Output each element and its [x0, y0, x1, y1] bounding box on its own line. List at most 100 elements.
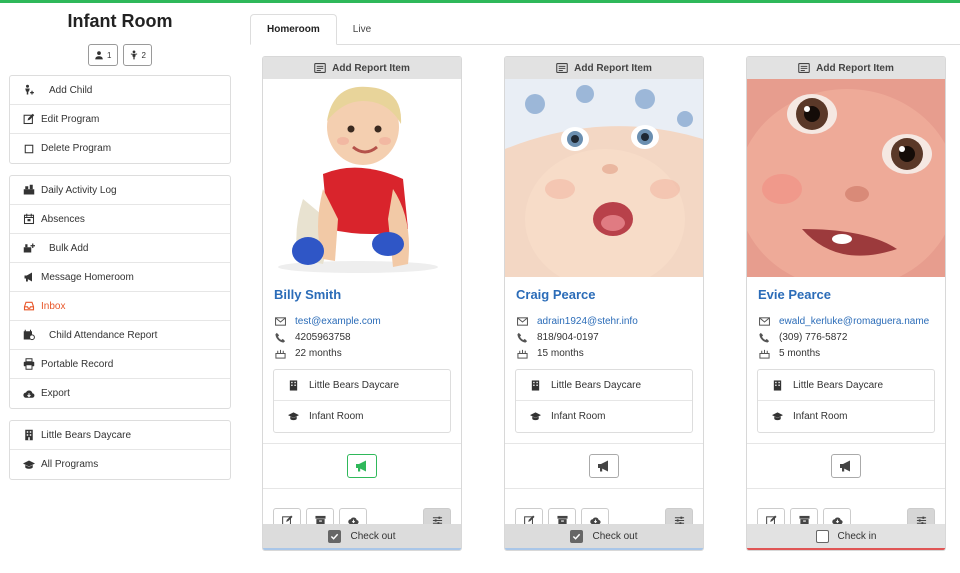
child-attendance-report-item[interactable]: Child Attendance Report [10, 321, 230, 350]
edit-program-label: Edit Program [41, 113, 100, 125]
edit-icon [22, 112, 36, 126]
email-link[interactable]: test@example.com [295, 316, 381, 327]
program-tools-menu: Daily Activity Log Absences Bulk Add Mes… [9, 175, 231, 409]
enrollment-box: Little Bears Daycare Infant Room [757, 369, 935, 433]
building-icon [529, 379, 541, 391]
report-icon [314, 63, 326, 73]
square-icon [22, 142, 36, 156]
divider [505, 443, 703, 444]
announce-wrap [263, 454, 461, 478]
message-homeroom-item[interactable]: Message Homeroom [10, 263, 230, 292]
check-out-button[interactable]: Check out [505, 524, 703, 550]
graduation-cap-icon [22, 458, 36, 472]
school-row: Little Bears Daycare [758, 370, 934, 401]
graduation-cap-icon [529, 411, 541, 423]
envelope-icon [758, 315, 770, 327]
tab-homeroom[interactable]: Homeroom [250, 14, 337, 45]
check-out-button[interactable]: Check out [263, 524, 461, 550]
phone-value: (309) 776-5872 [779, 331, 848, 343]
tab-live[interactable]: Live [337, 14, 387, 45]
report-icon [798, 63, 810, 73]
megaphone-icon [840, 460, 850, 472]
phone-row: 4205963758 [274, 329, 461, 345]
email-row: test@example.com [274, 313, 461, 329]
graduation-cap-icon [287, 411, 299, 423]
child-card: Add Report Item Billy Smith test@example… [262, 56, 462, 551]
announce-wrap [747, 454, 945, 478]
checked-checkbox-icon [570, 529, 584, 543]
age-row: 5 months [758, 345, 945, 361]
envelope-icon [516, 315, 528, 327]
child-photo [263, 79, 461, 277]
phone-icon [758, 331, 770, 343]
phone-icon [274, 331, 286, 343]
age-row: 22 months [274, 345, 461, 361]
announce-button[interactable] [589, 454, 619, 478]
daily-activity-log-label: Daily Activity Log [41, 184, 117, 196]
email-link[interactable]: adrain1924@stehr.info [537, 316, 638, 327]
child-contact-info: adrain1924@stehr.info 818/904-0197 15 mo… [516, 313, 703, 361]
phone-value: 818/904-0197 [537, 331, 599, 343]
child-contact-info: test@example.com 4205963758 22 months [274, 313, 461, 361]
attendance-icon [22, 328, 36, 342]
little-bears-daycare-item[interactable]: Little Bears Daycare [10, 421, 230, 450]
add-child-icon [22, 83, 36, 97]
cloud-download-icon [22, 387, 36, 401]
megaphone-icon [22, 270, 36, 284]
child-name[interactable]: Evie Pearce [758, 287, 945, 305]
divider [263, 443, 461, 444]
all-programs-item[interactable]: All Programs [10, 450, 230, 479]
phone-icon [516, 331, 528, 343]
staff-count-badge[interactable]: 1 [88, 44, 118, 66]
divider [747, 443, 945, 444]
edit-program-item[interactable]: Edit Program [10, 105, 230, 134]
activity-icon [22, 183, 36, 197]
announce-button[interactable] [347, 454, 377, 478]
email-row: ewald_kerluke@romaguera.name [758, 313, 945, 329]
age-value: 5 months [779, 347, 821, 359]
divider [263, 488, 461, 489]
phone-row: (309) 776-5872 [758, 329, 945, 345]
add-child-label: Add Child [49, 84, 93, 96]
check-out-label: Check out [350, 530, 396, 542]
portable-record-item[interactable]: Portable Record [10, 350, 230, 379]
daily-activity-log-item[interactable]: Daily Activity Log [10, 176, 230, 205]
child-name[interactable]: Craig Pearce [516, 287, 703, 305]
print-icon [22, 357, 36, 371]
bulk-add-item[interactable]: Bulk Add [10, 234, 230, 263]
announce-button[interactable] [831, 454, 861, 478]
enrollment-box: Little Bears Daycare Infant Room [515, 369, 693, 433]
absences-label: Absences [41, 213, 85, 225]
add-report-item-label: Add Report Item [574, 62, 652, 74]
school-name: Little Bears Daycare [793, 379, 884, 391]
school-row: Little Bears Daycare [516, 370, 692, 401]
inbox-label: Inbox [41, 300, 66, 312]
all-programs-label: All Programs [41, 459, 99, 470]
add-child-item[interactable]: Add Child [10, 76, 230, 105]
page-title: Infant Room [67, 11, 173, 31]
delete-program-item[interactable]: Delete Program [10, 134, 230, 163]
child-name[interactable]: Billy Smith [274, 287, 461, 305]
sidebar: Infant Room 1 2 Add Child Edit Program D… [9, 8, 231, 480]
absences-item[interactable]: Absences [10, 205, 230, 234]
envelope-icon [274, 315, 286, 327]
phone-value: 4205963758 [295, 331, 351, 343]
users-icon [95, 51, 103, 60]
check-in-button[interactable]: Check in [747, 524, 945, 550]
child-contact-info: ewald_kerluke@romaguera.name (309) 776-5… [758, 313, 945, 361]
graduation-cap-icon [771, 411, 783, 423]
child-count-badge[interactable]: 2 [122, 44, 152, 66]
export-item[interactable]: Export [10, 379, 230, 408]
program-actions-menu: Add Child Edit Program Delete Program [9, 75, 231, 164]
add-report-item-button[interactable]: Add Report Item [263, 57, 461, 79]
divider [505, 488, 703, 489]
building-icon [771, 379, 783, 391]
add-report-item-button[interactable]: Add Report Item [505, 57, 703, 79]
little-bears-daycare-label: Little Bears Daycare [41, 429, 132, 441]
divider [747, 488, 945, 489]
add-report-item-button[interactable]: Add Report Item [747, 57, 945, 79]
email-link[interactable]: ewald_kerluke@romaguera.name [779, 316, 929, 327]
inbox-item[interactable]: Inbox [10, 292, 230, 321]
birthday-cake-icon [758, 347, 770, 359]
inbox-icon [22, 299, 36, 313]
